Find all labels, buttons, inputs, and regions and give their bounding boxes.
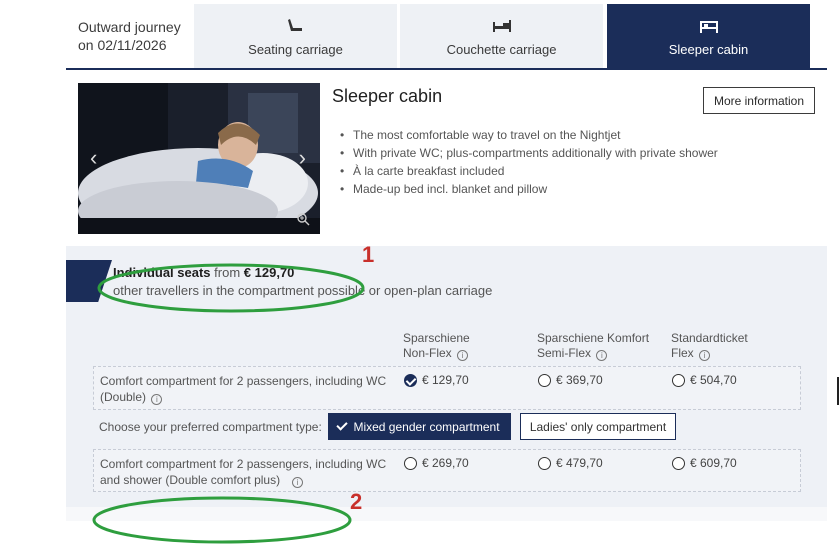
scrollbar-edge[interactable] (837, 377, 839, 405)
radio-icon[interactable] (672, 456, 685, 470)
tab-seating-carriage[interactable]: Seating carriage (194, 4, 397, 68)
price-value: € 269,70 (422, 456, 469, 470)
column-title: Standardticket (671, 331, 748, 345)
annotation-number-2: 2 (350, 489, 363, 514)
feature-item: The most comfortable way to travel on th… (340, 126, 718, 144)
info-icon[interactable]: i (151, 394, 163, 405)
seat-icon (194, 16, 397, 38)
column-header-non-flex: Sparschiene Non-Flex i (403, 331, 470, 361)
feature-item: À la carte breakfast included (340, 162, 718, 180)
compartment-label: Comfort compartment for 2 passengers, in… (100, 456, 400, 488)
radio-icon[interactable] (538, 373, 551, 387)
feature-list: The most comfortable way to travel on th… (340, 126, 718, 198)
price-option-semi-flex[interactable]: € 369,70 (538, 373, 603, 387)
compartment-label-line1: Comfort compartment for 2 passengers, in… (100, 457, 387, 471)
journey-title: Outward journey (78, 19, 181, 35)
compartment-label-line2: and shower (Double comfort plus) (100, 473, 281, 487)
price-value: € 479,70 (556, 456, 603, 470)
annotation-number-1: 1 (362, 242, 375, 267)
mixed-gender-label: Mixed gender compartment (353, 419, 500, 434)
column-title: Sparschiene Komfort (537, 331, 650, 345)
tab-couchette-carriage[interactable]: Couchette carriage (400, 4, 603, 68)
tab-sleeper-cabin[interactable]: Sleeper cabin (607, 4, 810, 68)
price-value: € 504,70 (690, 373, 737, 387)
tab-label: Seating carriage (248, 42, 343, 57)
compartment-label-line2: (Double) (100, 390, 147, 404)
radio-icon[interactable] (538, 456, 551, 470)
offer-name: Individual seats (113, 265, 211, 280)
offer-from: from (214, 265, 241, 280)
price-option-flex[interactable]: € 504,70 (672, 373, 737, 387)
more-information-button[interactable]: More information (703, 87, 815, 114)
column-title: Sparschiene (403, 331, 470, 345)
journey-date: on 02/11/2026 (78, 37, 167, 53)
offer-subtitle: other travellers in the compartment poss… (113, 283, 493, 298)
radio-icon[interactable] (672, 373, 685, 387)
price-option-semi-flex[interactable]: € 479,70 (538, 456, 603, 470)
mixed-gender-button[interactable]: Mixed gender compartment (328, 413, 511, 440)
ladies-only-button[interactable]: Ladies' only compartment (520, 413, 676, 440)
info-icon[interactable]: i (457, 350, 469, 361)
column-subtitle: Flex (671, 346, 694, 360)
radio-icon[interactable] (404, 456, 417, 470)
bottom-strip (66, 507, 827, 521)
compartment-label-line1: Comfort compartment for 2 passengers, in… (100, 374, 387, 388)
outward-journey-label: Outward journey on 02/11/2026 (66, 4, 193, 68)
column-header-semi-flex: Sparschiene Komfort Semi-Flex i (537, 331, 649, 361)
compartment-row-double-comfort-plus: Comfort compartment for 2 passengers, in… (93, 449, 801, 492)
price-option-flex[interactable]: € 609,70 (672, 456, 737, 470)
column-header-flex: Standardticket Flex i (671, 331, 748, 361)
chevron-right-icon[interactable]: › (299, 145, 306, 171)
bed-icon (607, 16, 810, 38)
column-subtitle: Non-Flex (403, 346, 452, 360)
compartment-type-label: Choose your preferred compartment type: (99, 420, 322, 434)
price-value: € 129,70 (422, 373, 469, 387)
tab-label: Sleeper cabin (668, 42, 749, 57)
price-option-non-flex[interactable]: € 129,70 (404, 373, 469, 387)
chevron-left-icon[interactable]: ‹ (90, 145, 97, 171)
info-icon[interactable]: i (292, 477, 304, 488)
sleeper-cabin-photo[interactable]: ‹ › (78, 83, 320, 234)
couchette-icon (400, 16, 603, 38)
compartment-row-double: Comfort compartment for 2 passengers, in… (93, 366, 801, 410)
compartment-label: Comfort compartment for 2 passengers, in… (100, 373, 400, 405)
feature-item: With private WC; plus-compartments addit… (340, 144, 718, 162)
price-value: € 369,70 (556, 373, 603, 387)
info-icon[interactable]: i (596, 350, 608, 361)
offer-title: Individual seats from € 129,70 (113, 265, 294, 280)
tab-label: Couchette carriage (446, 42, 557, 57)
radio-checked-icon[interactable] (404, 373, 417, 387)
check-icon (336, 419, 349, 431)
zoom-icon[interactable] (296, 212, 310, 226)
offer-price: € 129,70 (243, 265, 295, 280)
price-option-non-flex[interactable]: € 269,70 (404, 456, 469, 470)
price-value: € 609,70 (690, 456, 737, 470)
feature-item: Made-up bed incl. blanket and pillow (340, 180, 718, 198)
column-subtitle: Semi-Flex (537, 346, 592, 360)
detail-title: Sleeper cabin (332, 86, 443, 106)
info-icon[interactable]: i (699, 350, 711, 361)
